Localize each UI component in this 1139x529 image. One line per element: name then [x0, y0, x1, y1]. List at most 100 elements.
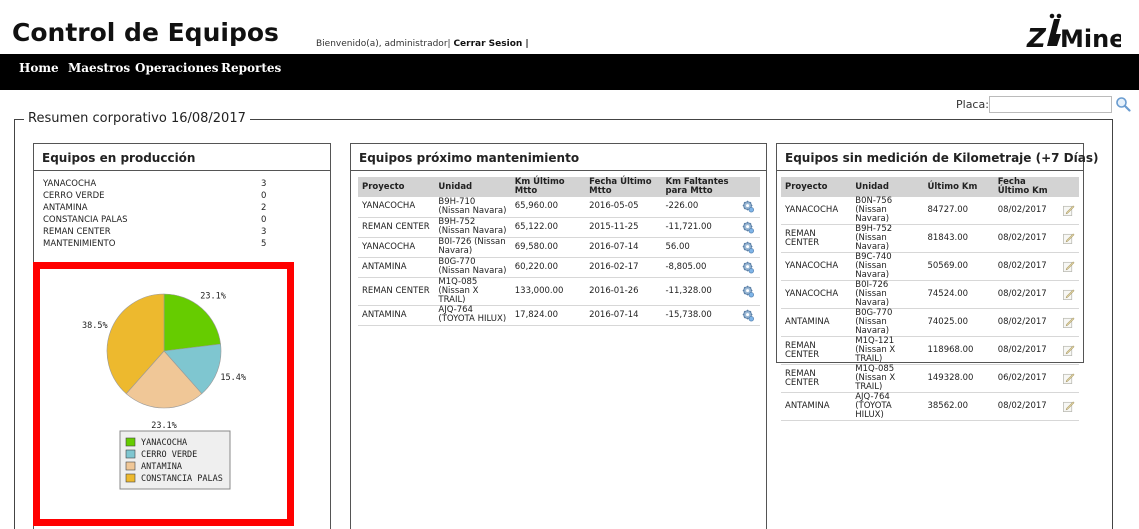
row-action[interactable] — [1057, 336, 1079, 365]
welcome-text: Bienvenido(a), administrador| — [316, 39, 451, 49]
column-header[interactable]: Fecha Último Km — [993, 177, 1058, 197]
column-header[interactable]: Unidad — [851, 177, 924, 197]
table-row: REMAN CENTER M1Q-085 (Nissan X TRAIL) 133,… — [358, 277, 760, 306]
table-cell: 17,824.00 — [510, 305, 586, 326]
no-mileage-table: Proyecto Unidad Último Km Fecha Último Km YA… — [781, 177, 1079, 421]
column-header[interactable]: Último Km — [923, 177, 994, 197]
edit-icon[interactable] — [1062, 260, 1075, 273]
table-cell: B0N-756 (Nissan Navara) — [851, 197, 924, 225]
table-cell: B9C-740 (Nissan Navara) — [851, 252, 924, 281]
production-count: 2 — [261, 203, 267, 213]
row-action[interactable] — [737, 257, 760, 278]
table-cell: 08/02/2017 — [993, 336, 1058, 365]
table-cell: 2015-11-25 — [585, 217, 662, 238]
table-cell: -15,738.00 — [661, 305, 738, 326]
app-title: Control de Equipos — [12, 18, 279, 47]
column-header[interactable]: Unidad — [434, 177, 511, 197]
table-cell: ANTAMINA — [781, 308, 852, 337]
edit-icon[interactable] — [1062, 232, 1075, 245]
column-header[interactable]: Km Faltantes para Mtto — [661, 177, 738, 197]
logout-link[interactable]: Cerrar Sesion | — [453, 39, 528, 49]
table-cell: 08/02/2017 — [993, 252, 1058, 281]
row-action[interactable] — [737, 197, 760, 218]
column-header[interactable]: Fecha Último Mtto — [585, 177, 662, 197]
production-name: REMAN CENTER — [43, 227, 111, 237]
edit-icon[interactable] — [1062, 316, 1075, 329]
table-row: ANTAMINA B0G-770 (Nissan Navara) 60,220.00… — [358, 257, 760, 278]
nav-operaciones[interactable]: Operaciones — [135, 61, 219, 75]
table-cell: 118968.00 — [923, 336, 994, 365]
row-action[interactable] — [1057, 280, 1079, 309]
production-name: ANTAMINA — [43, 203, 88, 213]
table-cell: REMAN CENTER — [781, 336, 852, 365]
column-header[interactable]: Km Último Mtto — [510, 177, 586, 197]
table-cell: 133,000.00 — [510, 277, 586, 306]
gear-icon[interactable] — [742, 285, 755, 298]
table-cell: REMAN CENTER — [781, 224, 852, 253]
gear-icon[interactable] — [742, 200, 755, 213]
row-action[interactable] — [737, 237, 760, 258]
row-action[interactable] — [1057, 224, 1079, 253]
nav-reportes[interactable]: Reportes — [221, 61, 281, 75]
placa-input[interactable] — [989, 96, 1112, 113]
table-cell: 2016-02-17 — [585, 257, 662, 278]
edit-icon[interactable] — [1062, 400, 1075, 413]
row-action[interactable] — [737, 217, 760, 238]
table-cell: 74025.00 — [923, 308, 994, 337]
nav-maestros[interactable]: Maestros — [68, 61, 130, 75]
table-cell: 74524.00 — [923, 280, 994, 309]
edit-icon[interactable] — [1062, 344, 1075, 357]
production-row: YANACOCHA 3 — [43, 179, 273, 191]
production-row: MANTENIMIENTO 5 — [43, 239, 273, 251]
search-icon[interactable] — [1115, 96, 1131, 112]
table-row: REMAN CENTER B9H-752 (Nissan Navara) 81843… — [781, 224, 1079, 253]
row-action[interactable] — [1057, 392, 1079, 421]
row-action[interactable] — [737, 305, 760, 326]
column-header[interactable]: Proyecto — [781, 177, 852, 197]
gear-icon[interactable] — [742, 309, 755, 322]
table-cell: 84727.00 — [923, 197, 994, 225]
edit-icon[interactable] — [1062, 288, 1075, 301]
nav-home[interactable]: Home — [19, 61, 59, 75]
table-cell: 50569.00 — [923, 252, 994, 281]
table-cell: YANACOCHA — [781, 197, 852, 225]
legend-swatch — [125, 449, 136, 459]
gear-icon[interactable] — [742, 261, 755, 274]
table-cell: -11,721.00 — [661, 217, 738, 238]
row-action[interactable] — [1057, 364, 1079, 393]
edit-icon[interactable] — [1062, 204, 1075, 217]
row-action[interactable] — [1057, 308, 1079, 337]
table-cell: REMAN CENTER — [358, 277, 435, 306]
no-mileage-title: Equipos sin medición de Kilometraje (+7 … — [777, 144, 1098, 171]
pie-slice-yanacocha — [163, 293, 221, 352]
legend-label: CERRO VERDE — [141, 450, 197, 460]
table-cell: AJQ-764 (TOYOTA HILUX) — [851, 392, 924, 421]
table-row: YANACOCHA B9C-740 (Nissan Navara) 50569.00… — [781, 252, 1079, 281]
production-pie-chart: 23.1% 15.4% 23.1% 38.5% YANACOCHA CERRO VERDE… — [82, 292, 246, 490]
table-row: ANTAMINA AJQ-764 (TOYOTA HILUX) 38562.00 08… — [781, 392, 1079, 421]
svg-text:Mine: Mine — [1060, 25, 1121, 53]
table-cell: M1Q-121 (Nissan X TRAIL) — [851, 336, 924, 365]
table-cell: B0G-770 (Nissan Navara) — [434, 257, 511, 278]
gear-icon[interactable] — [742, 241, 755, 254]
column-header[interactable]: Proyecto — [358, 177, 435, 197]
table-cell: B9H-710 (Nissan Navara) — [434, 197, 511, 218]
edit-icon[interactable] — [1062, 372, 1075, 385]
table-cell: REMAN CENTER — [358, 217, 435, 238]
row-action[interactable] — [737, 277, 760, 306]
table-row: YANACOCHA B9H-710 (Nissan Navara) 65,960.0… — [358, 197, 760, 218]
table-cell: 2016-07-14 — [585, 305, 662, 326]
production-title: Equipos en producción — [34, 144, 330, 171]
gear-icon[interactable] — [742, 221, 755, 234]
production-row: ANTAMINA 2 — [43, 203, 273, 215]
table-header-row: Proyecto Unidad Último Km Fecha Último Km — [781, 177, 1079, 197]
table-cell: 65,960.00 — [510, 197, 586, 218]
legend-label: YANACOCHA — [141, 438, 187, 448]
production-count: 3 — [261, 179, 267, 189]
column-header-actions — [1057, 177, 1079, 197]
row-action[interactable] — [1057, 197, 1079, 225]
table-cell: B9H-752 (Nissan Navara) — [851, 224, 924, 253]
row-action[interactable] — [1057, 252, 1079, 281]
table-cell: ANTAMINA — [358, 257, 435, 278]
table-cell: 08/02/2017 — [993, 197, 1058, 225]
